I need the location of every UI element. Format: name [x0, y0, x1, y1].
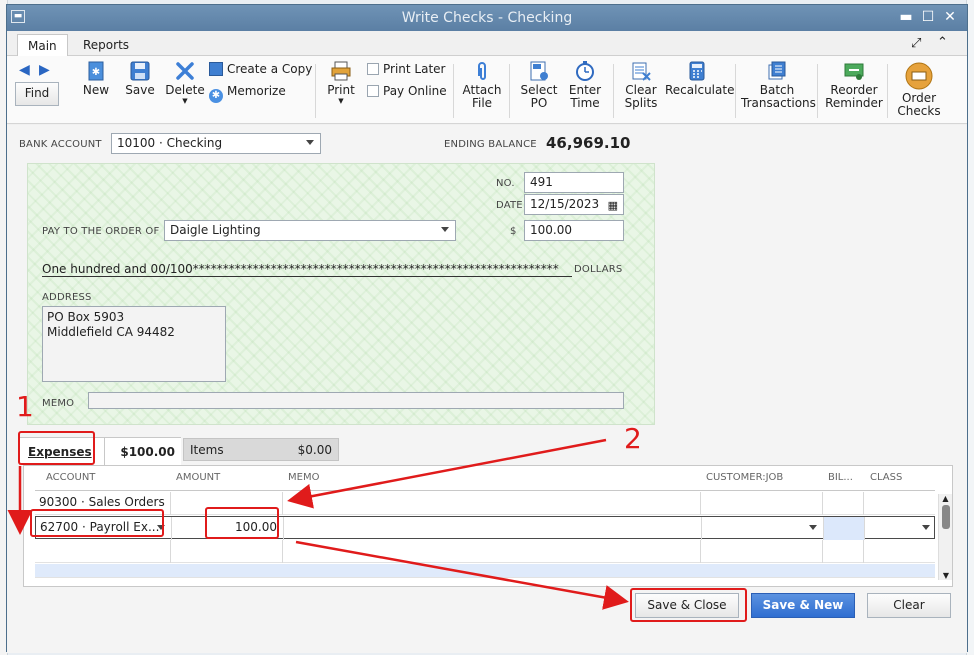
annotation-arrow-to-memo	[287, 438, 607, 509]
annotation-arrow-to-save	[295, 540, 629, 610]
annotation-arrows	[7, 438, 629, 610]
